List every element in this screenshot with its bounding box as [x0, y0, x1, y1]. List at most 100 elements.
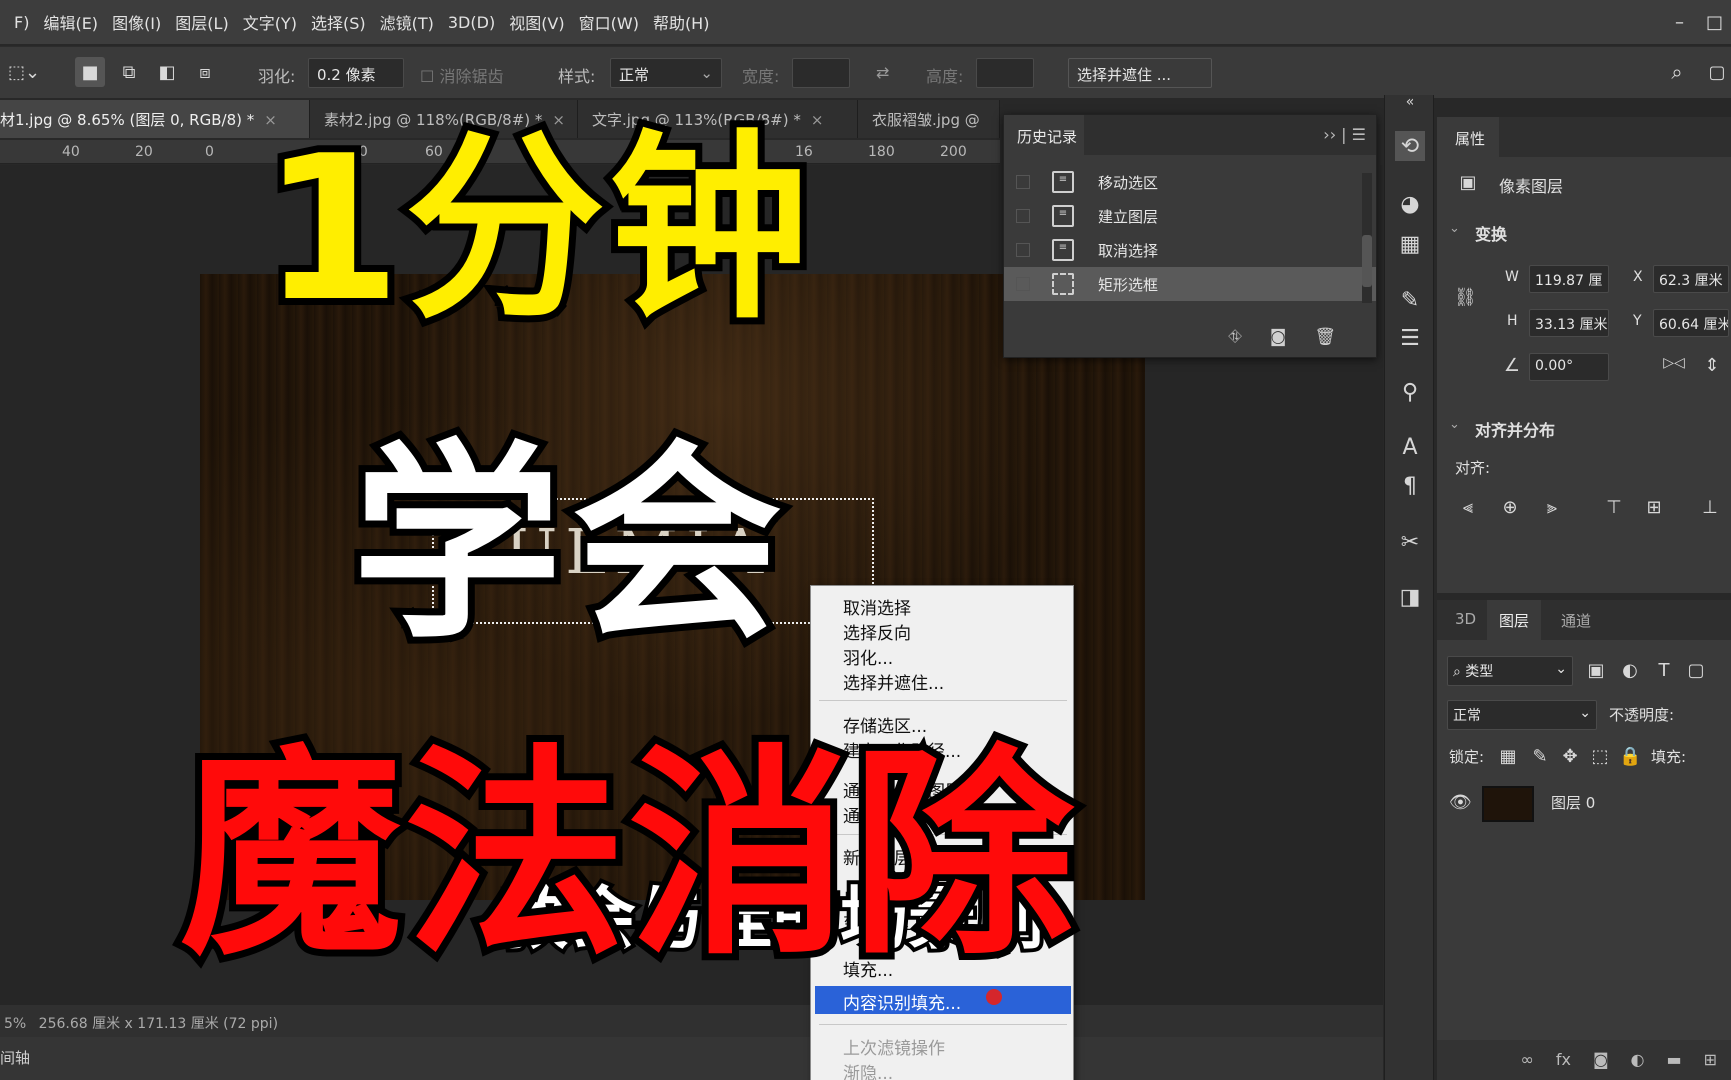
height-input[interactable] [976, 58, 1034, 88]
marquee-tool-preset-icon[interactable]: ⬚⌄ [2, 57, 46, 87]
swatches-icon[interactable]: ▦ [1395, 229, 1425, 259]
character-icon[interactable]: A [1395, 432, 1425, 462]
menu-filter[interactable]: 滤镜(T) [380, 10, 434, 34]
menu-3d[interactable]: 3D(D) [448, 13, 495, 32]
history-step[interactable]: ≡ 建立图层 [1004, 199, 1376, 233]
history-icon[interactable]: ⟲ [1395, 131, 1425, 161]
subtract-selection-icon[interactable]: ◧ [152, 57, 182, 87]
snapshot-checkbox[interactable] [1016, 243, 1030, 257]
panel-menu-icon[interactable]: ›› | ☰ [1323, 125, 1366, 144]
menu-select[interactable]: 选择(S) [311, 10, 366, 34]
search-icon[interactable]: ⌕ [1662, 57, 1692, 87]
clone-source-icon[interactable]: ⚲ [1395, 377, 1425, 407]
swap-icon[interactable]: ⇄ [876, 63, 889, 82]
lock-artboard-icon[interactable]: ⬚ [1589, 746, 1611, 768]
tab-3d[interactable]: 3D [1455, 610, 1476, 628]
menu-image[interactable]: 图像(I) [112, 10, 161, 34]
layer-filter-select[interactable]: ⌕ 类型 ⌄ [1447, 656, 1573, 686]
align-left-icon[interactable]: ⫷ [1457, 497, 1479, 519]
new-document-from-state-icon[interactable]: ⛗ [1228, 327, 1242, 347]
snapshot-checkbox[interactable] [1016, 209, 1030, 223]
zoom-level[interactable]: 5% [4, 1016, 26, 1032]
chevron-down-icon[interactable]: ⌄ [1449, 417, 1460, 432]
filter-adjustment-icon[interactable]: ◐ [1619, 660, 1641, 682]
style-select[interactable]: 正常 ⌄ [610, 58, 722, 88]
new-selection-icon[interactable]: ■ [75, 57, 105, 87]
tab-channels[interactable]: 通道 [1561, 610, 1591, 631]
libraries-icon[interactable]: ◨ [1395, 582, 1425, 612]
align-bottom-icon[interactable]: ⊥ [1699, 497, 1721, 519]
properties-title[interactable]: 属性 [1437, 117, 1499, 157]
new-group-icon[interactable]: ▬ [1666, 1050, 1681, 1080]
trash-icon[interactable]: 🗑 [1314, 327, 1336, 347]
timeline-tab[interactable]: 间轴 [0, 1047, 30, 1068]
lock-transparent-icon[interactable]: ▦ [1497, 746, 1519, 768]
align-top-icon[interactable]: ⊤ [1603, 497, 1625, 519]
menu-file[interactable]: F) [14, 13, 29, 32]
lock-image-icon[interactable]: ✎ [1529, 746, 1551, 768]
history-step[interactable]: ≡ 移动选区 [1004, 165, 1376, 199]
link-icon[interactable]: ⛓ [1454, 287, 1477, 309]
menu-view[interactable]: 视图(V) [509, 10, 564, 34]
filter-pixel-icon[interactable]: ▣ [1585, 660, 1607, 682]
menu-help[interactable]: 帮助(H) [653, 10, 710, 34]
adjustments-icon[interactable]: ☰ [1395, 323, 1425, 353]
filter-shape-icon[interactable]: ▢ [1685, 660, 1707, 682]
height-field[interactable]: 33.13 厘米 [1529, 309, 1609, 337]
eye-icon[interactable]: 👁 [1449, 792, 1472, 814]
tab-layers[interactable]: 图层 [1487, 600, 1542, 640]
minimize-button[interactable]: – [1675, 12, 1684, 33]
x-field[interactable]: 62.3 厘米 [1653, 265, 1729, 293]
width-input[interactable] [792, 58, 850, 88]
align-center-horizontal-icon[interactable]: ⊕ [1499, 497, 1521, 519]
transform-section-label[interactable]: 变换 [1475, 221, 1507, 245]
align-right-icon[interactable]: ⫸ [1541, 497, 1563, 519]
menu-item-inverse[interactable]: 选择反向 [843, 619, 911, 644]
snapshot-checkbox[interactable] [1016, 277, 1030, 291]
antialias-checkbox[interactable]: ☐ 消除锯齿 [420, 63, 503, 87]
history-panel-title[interactable]: 历史记录 [1004, 115, 1084, 155]
maximize-button[interactable]: □ [1706, 12, 1723, 33]
tools-icon[interactable]: ✂ [1395, 527, 1425, 557]
paragraph-icon[interactable]: ¶ [1395, 471, 1425, 501]
menu-type[interactable]: 文字(Y) [243, 10, 297, 34]
angle-field[interactable]: 0.00° [1529, 353, 1609, 381]
new-layer-icon[interactable]: ⊞ [1704, 1050, 1717, 1080]
workspace-icon[interactable]: ▢ [1702, 57, 1731, 87]
layer-row[interactable]: 👁 图层 0 [1437, 778, 1731, 828]
link-layers-icon[interactable]: ∞ [1521, 1050, 1534, 1080]
menu-window[interactable]: 窗口(W) [579, 10, 639, 34]
menu-layer[interactable]: 图层(L) [175, 10, 228, 34]
chevron-down-icon[interactable]: ⌄ [1449, 221, 1460, 236]
lock-position-icon[interactable]: ✥ [1559, 746, 1581, 768]
y-field[interactable]: 60.64 厘米 [1653, 309, 1729, 337]
width-field[interactable]: 119.87 厘 [1529, 265, 1609, 293]
add-mask-icon[interactable]: ◙ [1593, 1050, 1609, 1080]
history-step[interactable]: ≡ 取消选择 [1004, 233, 1376, 267]
menu-item-select-and-mask[interactable]: 选择并遮住... [843, 669, 944, 694]
camera-icon[interactable]: ◙ [1270, 327, 1287, 347]
snapshot-checkbox[interactable] [1016, 175, 1030, 189]
layer-thumbnail[interactable] [1482, 786, 1534, 822]
feather-input[interactable]: 0.2 像素 [308, 58, 404, 88]
tab-document-4[interactable]: 衣服褶皱.jpg @ [858, 100, 1000, 138]
fx-icon[interactable]: fx [1556, 1050, 1571, 1080]
menu-item-deselect[interactable]: 取消选择 [843, 594, 911, 619]
align-section-label[interactable]: 对齐并分布 [1475, 417, 1555, 441]
collapse-icon[interactable]: « [1395, 94, 1425, 110]
filter-type-icon[interactable]: T [1653, 660, 1675, 682]
history-step-selected[interactable]: 矩形选框 [1004, 267, 1376, 301]
scroll-thumb[interactable] [1362, 235, 1372, 287]
flip-horizontal-icon[interactable]: ▷◁ [1663, 355, 1685, 377]
intersect-selection-icon[interactable]: ⧈ [190, 57, 220, 87]
new-adjustment-icon[interactable]: ◐ [1631, 1050, 1645, 1080]
add-to-selection-icon[interactable]: ⧉ [114, 57, 144, 87]
menu-edit[interactable]: 编辑(E) [43, 10, 98, 34]
layer-name[interactable]: 图层 0 [1551, 792, 1595, 813]
select-and-mask-button[interactable]: 选择并遮住 ... [1068, 58, 1212, 88]
lock-all-icon[interactable]: 🔒 [1619, 746, 1641, 768]
align-middle-vertical-icon[interactable]: ⊞ [1643, 497, 1665, 519]
color-palette-icon[interactable]: ◕ [1395, 189, 1425, 219]
brush-icon[interactable]: ✎ [1395, 285, 1425, 315]
menu-item-feather[interactable]: 羽化... [843, 644, 893, 669]
